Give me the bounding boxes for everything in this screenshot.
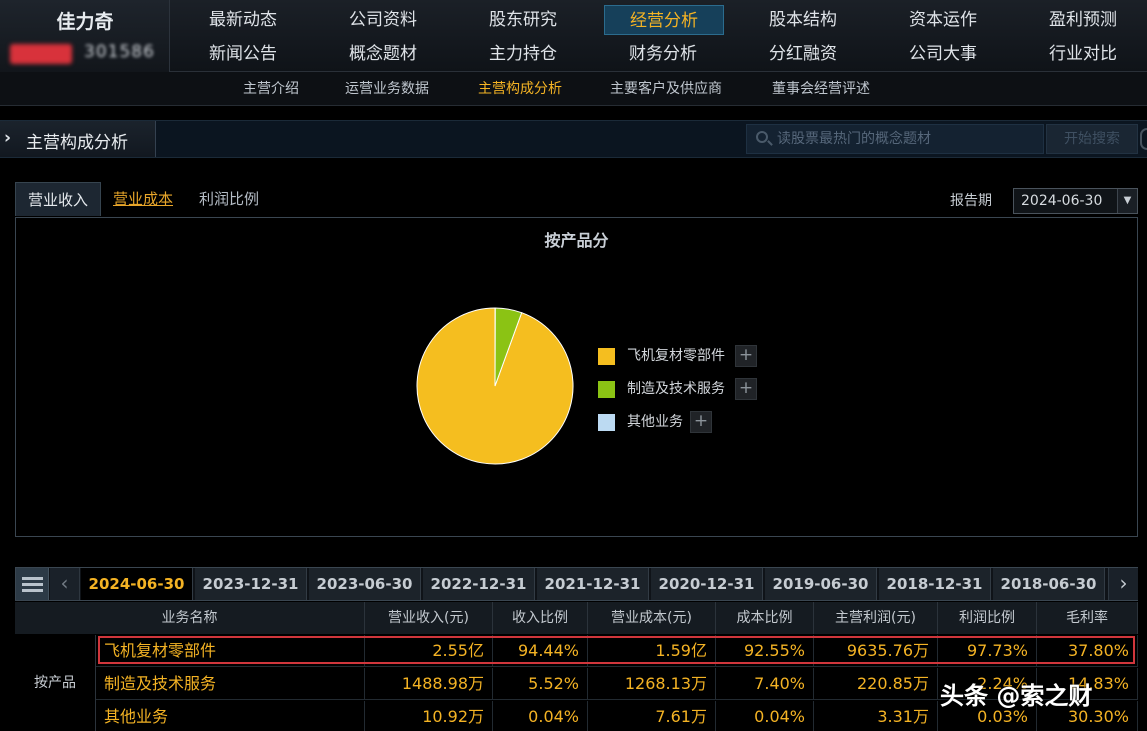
section-title-box: › 主营构成分析 [0,121,156,157]
subnav-customers-suppliers[interactable]: 主要客户及供应商 [610,72,722,106]
cell-gross-margin: 37.80% [1037,635,1138,667]
nav-company-profile[interactable]: 公司资料 [323,5,443,35]
cell-cost: 1.59亿 [588,635,716,667]
subnav-business-composition[interactable]: 主营构成分析 [478,72,562,106]
stock-name: 佳力奇 [56,11,114,33]
cell-cost-ratio: 92.55% [716,635,814,667]
section-header: › 主营构成分析 开始搜索 [0,120,1147,158]
legend-swatch [598,414,615,431]
stock-code: 301586 [84,42,155,62]
cell-business-name: 其他业务 [96,701,365,731]
date-tab-2021-12-31[interactable]: 2021-12-31 [537,568,649,600]
nav-industry-comparison[interactable]: 行业对比 [1023,39,1143,69]
date-tab-2020-12-31[interactable]: 2020-12-31 [651,568,763,600]
search-button[interactable]: 开始搜索 [1046,124,1138,154]
legend-swatch [598,348,615,365]
report-period-label: 报告期 [950,193,992,209]
report-date-tabs: ‹ 2024-06-30 2023-12-31 2023-06-30 2022-… [15,567,1138,601]
stock-tag-badge [10,44,72,64]
tab-profit-ratio[interactable]: 利润比例 [199,182,259,216]
legend-label: 制造及技术服务 [627,381,725,397]
search-input[interactable] [777,125,1037,153]
chevron-left-icon[interactable]: ‹ [50,568,80,600]
nav-capital-operation[interactable]: 资本运作 [883,5,1003,35]
chart-panel: 按产品分 飞机复材零部件 + 制造及技术服务 + 其他业务 + [15,217,1138,537]
cell-cost: 1268.13万 [588,668,716,700]
header-revenue-ratio: 收入比例 [493,602,588,634]
subnav-operating-data[interactable]: 运营业务数据 [345,72,429,106]
cell-cost-ratio: 0.04% [716,701,814,731]
tab-cost[interactable]: 营业成本 [113,182,173,216]
header-profit: 主营利润(元) [814,602,938,634]
cell-cost: 7.61万 [588,701,716,731]
cell-profit: 220.85万 [814,668,938,700]
legend-label: 其他业务 [627,414,683,430]
date-tab-2019-06-30[interactable]: 2019-06-30 [765,568,877,600]
cell-revenue: 1488.98万 [365,668,493,700]
search-icon [756,131,768,143]
nav-profit-forecast[interactable]: 盈利预测 [1023,5,1143,35]
cell-revenue-ratio: 5.52% [493,668,588,700]
date-tab-2023-06-30[interactable]: 2023-06-30 [309,568,421,600]
expand-plus-icon[interactable]: + [735,345,757,367]
cell-profit: 3.31万 [814,701,938,731]
nav-announcements[interactable]: 新闻公告 [183,39,303,69]
nav-share-structure[interactable]: 股本结构 [743,5,863,35]
stock-info: 佳力奇 301586 [0,0,170,72]
concept-search [746,124,1044,154]
cell-revenue: 2.55亿 [365,635,493,667]
date-tab-2023-12-31[interactable]: 2023-12-31 [195,568,307,600]
nav-operation-analysis[interactable]: 经营分析 [604,5,724,35]
composition-table: 业务名称 营业收入(元) 收入比例 营业成本(元) 成本比例 主营利润(元) 利… [15,602,1138,731]
cell-business-name: 飞机复材零部件 [96,635,365,667]
date-tab-2022-12-31[interactable]: 2022-12-31 [423,568,535,600]
nav-company-events[interactable]: 公司大事 [883,39,1003,69]
legend-swatch [598,381,615,398]
nav-concept-themes[interactable]: 概念题材 [323,39,443,69]
dropdown-arrow-icon[interactable]: ▼ [1117,189,1137,213]
subnav-board-review[interactable]: 董事会经营评述 [772,72,870,106]
date-tab-2018-12-31[interactable]: 2018-12-31 [879,568,991,600]
nav-shareholder-research[interactable]: 股东研究 [463,5,583,35]
top-nav: 佳力奇 301586 最新动态 公司资料 股东研究 经营分析 股本结构 资本运作… [0,0,1147,72]
report-period-select[interactable]: 2024-06-30 ▼ [1013,188,1138,214]
cell-cost-ratio: 7.40% [716,668,814,700]
nav-financial-analysis[interactable]: 财务分析 [603,39,723,69]
header-cost: 营业成本(元) [588,602,716,634]
watermark: 头条 @索之财 [940,682,1093,710]
section-title: 主营构成分析 [26,133,128,153]
table-row[interactable]: 飞机复材零部件 2.55亿 94.44% 1.59亿 92.55% 9635.7… [15,635,1138,668]
sub-nav: 主营介绍 运营业务数据 主营构成分析 主要客户及供应商 董事会经营评述 [0,72,1147,106]
nav-latest-news[interactable]: 最新动态 [183,5,303,35]
report-period-value: 2024-06-30 [1021,193,1103,209]
header-profit-ratio: 利润比例 [938,602,1037,634]
cell-profit-ratio: 97.73% [938,635,1037,667]
date-tab-2018-06-30[interactable]: 2018-06-30 [993,568,1105,600]
header-gross-margin: 毛利率 [1037,602,1138,634]
cell-profit: 9635.76万 [814,635,938,667]
tab-revenue[interactable]: 营业收入 [15,182,101,216]
nav-dividend-financing[interactable]: 分红融资 [743,39,863,69]
cell-revenue-ratio: 94.44% [493,635,588,667]
header-cost-ratio: 成本比例 [716,602,814,634]
expand-plus-icon[interactable]: + [690,411,712,433]
cell-business-name: 制造及技术服务 [96,668,365,700]
legend-label: 飞机复材零部件 [627,348,725,364]
expand-plus-icon[interactable]: + [735,378,757,400]
chevron-right-icon[interactable]: › [1108,568,1138,600]
pie-chart [416,307,574,465]
menu-icon[interactable] [16,568,49,600]
cell-revenue-ratio: 0.04% [493,701,588,731]
cell-revenue: 10.92万 [365,701,493,731]
chevron-right-icon: › [4,128,12,148]
nav-institutional-holdings[interactable]: 主力持仓 [463,39,583,69]
header-revenue: 营业收入(元) [365,602,493,634]
scroll-handle[interactable] [1140,128,1147,150]
date-tab-2024-06-30[interactable]: 2024-06-30 [81,568,193,600]
header-business-name: 业务名称 [15,602,365,634]
subnav-business-intro[interactable]: 主营介绍 [243,72,299,106]
